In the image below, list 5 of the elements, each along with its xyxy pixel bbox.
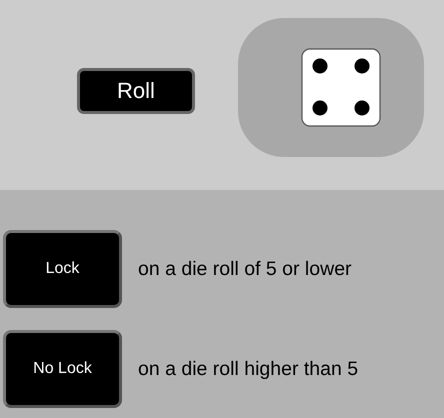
lock-button[interactable]: Lock [3, 230, 122, 308]
lock-button[interactable]: No Lock [3, 330, 122, 408]
rule-description: on a die roll higher than 5 [138, 358, 358, 380]
roll-button[interactable]: Roll [77, 68, 195, 114]
rule-description: on a die roll of 5 or lower [138, 258, 352, 280]
